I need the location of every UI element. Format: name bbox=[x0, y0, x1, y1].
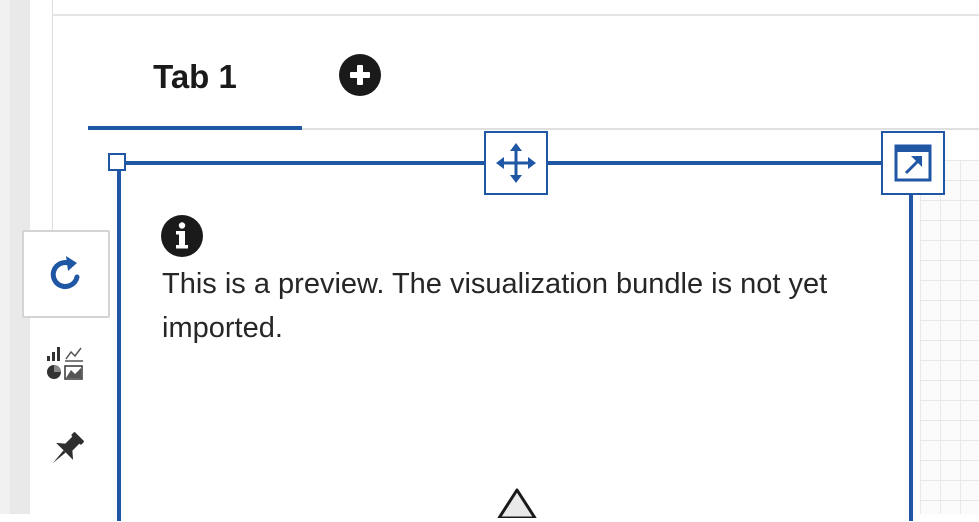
left-edge-panel bbox=[0, 0, 10, 514]
tab-bar: Tab 1 bbox=[88, 40, 979, 130]
pin-icon bbox=[52, 432, 84, 464]
pin-button[interactable] bbox=[22, 406, 110, 494]
add-tab-button[interactable] bbox=[338, 53, 382, 97]
visualizations-icon bbox=[47, 347, 83, 380]
preview-message: This is a preview. The visualization bun… bbox=[162, 268, 828, 344]
expand-button[interactable] bbox=[881, 131, 945, 195]
canvas-grid bbox=[920, 160, 979, 514]
tab-label: Tab 1 bbox=[153, 58, 237, 95]
move-handle[interactable] bbox=[484, 131, 548, 195]
expand-icon bbox=[894, 144, 932, 182]
top-divider bbox=[53, 14, 979, 16]
resize-handle[interactable] bbox=[108, 153, 126, 171]
tab-bar-underline bbox=[302, 128, 979, 130]
refresh-icon bbox=[50, 256, 80, 290]
refresh-button[interactable] bbox=[22, 230, 110, 318]
tab-1[interactable]: Tab 1 bbox=[88, 40, 302, 130]
plus-circle-icon bbox=[339, 54, 381, 96]
info-icon bbox=[160, 214, 204, 258]
move-icon bbox=[496, 143, 536, 183]
visualizations-button[interactable] bbox=[22, 318, 110, 406]
side-toolbar bbox=[22, 230, 114, 494]
panel-divider bbox=[52, 0, 53, 230]
